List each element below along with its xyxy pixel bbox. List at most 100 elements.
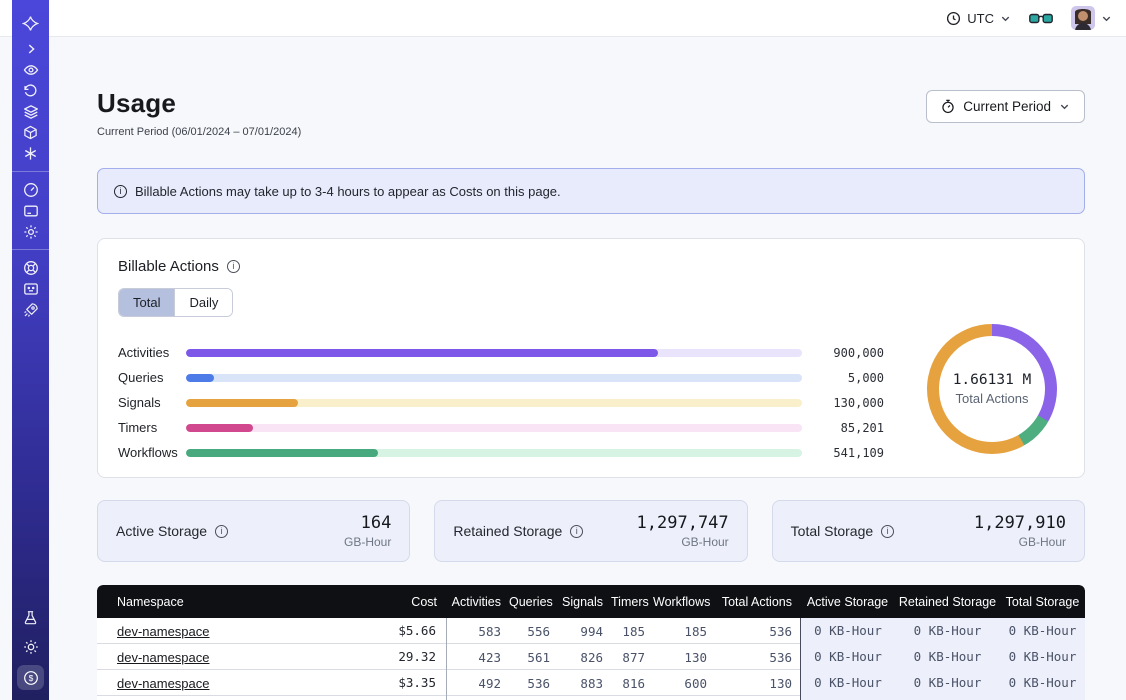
namespace-link[interactable]: dev-namespace xyxy=(117,650,210,665)
temporal-logo-icon[interactable] xyxy=(12,8,49,38)
retained-storage-unit: GB-Hour xyxy=(637,535,729,549)
history-icon[interactable] xyxy=(12,80,49,101)
tab-total[interactable]: Total xyxy=(119,289,174,316)
rocket-icon[interactable] xyxy=(12,299,49,320)
bar-track xyxy=(186,424,802,432)
column-header: Workflows xyxy=(653,595,715,609)
column-header: Activities xyxy=(447,595,509,609)
column-header: Timers xyxy=(611,595,653,609)
main-content: Usage Current Period (06/01/2024 – 07/01… xyxy=(49,37,1126,700)
bar-value: 900,000 xyxy=(814,346,884,360)
active-storage-unit: GB-Hour xyxy=(344,535,391,549)
cell-workflows: 185 xyxy=(653,624,715,639)
bar-track xyxy=(186,349,802,357)
cell-signals: 994 xyxy=(558,624,611,639)
cell-retained-storage: 0 KB-Hour xyxy=(895,618,1000,644)
dollar-circle-icon[interactable]: $ xyxy=(17,665,44,690)
info-icon xyxy=(114,185,127,198)
total-daily-tabs: Total Daily xyxy=(118,288,233,317)
cell-namespace: dev-namespace xyxy=(97,676,327,691)
cell-activities: 423 xyxy=(447,650,509,665)
account-menu[interactable] xyxy=(1071,6,1112,30)
cell-active-storage: 0 KB-Hour xyxy=(800,670,895,696)
flask-icon[interactable] xyxy=(12,607,49,628)
donut-total-label: Total Actions xyxy=(956,391,1029,406)
info-banner-text: Billable Actions may take up to 3-4 hour… xyxy=(135,184,561,199)
bar-label: Timers xyxy=(118,420,186,435)
gauge-icon[interactable] xyxy=(12,179,49,200)
cell-activities: 583 xyxy=(447,624,509,639)
info-icon[interactable] xyxy=(570,525,583,538)
cell-retained-storage: 0 KB-Hour xyxy=(895,644,1000,670)
bar-label: Activities xyxy=(118,345,186,360)
bar-row-activities: Activities 900,000 xyxy=(118,340,884,365)
bar-fill xyxy=(186,424,253,432)
cell-total-actions: 536 xyxy=(715,624,800,639)
bar-label: Workflows xyxy=(118,445,186,460)
active-storage-card: Active Storage 164 GB-Hour xyxy=(97,500,410,562)
svg-text:$: $ xyxy=(28,673,33,683)
total-storage-value: 1,297,910 xyxy=(974,513,1066,533)
eye-icon[interactable] xyxy=(12,59,49,80)
avatar xyxy=(1071,6,1095,30)
bar-value: 5,000 xyxy=(814,371,884,385)
bar-label: Signals xyxy=(118,395,186,410)
chevron-right-icon[interactable] xyxy=(12,38,49,59)
timezone-selector[interactable]: UTC xyxy=(946,11,1011,26)
lifebuoy-icon[interactable] xyxy=(12,257,49,278)
chevron-down-icon xyxy=(1000,13,1011,24)
cell-cost: $3.35 xyxy=(327,670,447,696)
info-icon[interactable] xyxy=(215,525,228,538)
billable-actions-title: Billable Actions xyxy=(118,258,219,275)
retained-storage-value: 1,297,747 xyxy=(637,513,729,533)
column-header: Cost xyxy=(327,595,447,609)
cell-timers: 877 xyxy=(611,650,653,665)
cell-namespace: dev-namespace xyxy=(97,624,327,639)
bar-row-workflows: Workflows541,109 xyxy=(118,440,884,465)
namespace-usage-table: NamespaceCostActivitiesQueriesSignalsTim… xyxy=(97,585,1085,700)
layers-icon[interactable] xyxy=(12,101,49,122)
namespace-link[interactable]: dev-namespace xyxy=(117,676,210,691)
tab-daily[interactable]: Daily xyxy=(174,289,232,316)
cell-timers: 816 xyxy=(611,676,653,691)
gear-icon[interactable] xyxy=(12,221,49,242)
table-row: dev-namespace$5.665835569941851855360 KB… xyxy=(97,618,1085,644)
column-header: Retained Storage xyxy=(895,595,1000,609)
current-period-dropdown[interactable]: Current Period xyxy=(926,90,1085,123)
bar-fill xyxy=(186,349,658,357)
namespace-link[interactable]: dev-namespace xyxy=(117,624,210,639)
cell-workflows: 130 xyxy=(653,650,715,665)
asterisk-icon[interactable] xyxy=(12,143,49,164)
cell-queries: 561 xyxy=(509,650,558,665)
box-icon[interactable] xyxy=(12,122,49,143)
monitor-icon[interactable] xyxy=(12,278,49,299)
table-row: dev-namespace29.324235618268771305360 KB… xyxy=(97,644,1085,670)
bar-row-timers: Timers85,201 xyxy=(118,415,884,440)
retained-storage-label: Retained Storage xyxy=(453,523,562,539)
bar-row-queries: Queries5,000 xyxy=(118,365,884,390)
cell-active-storage: 0 KB-Hour xyxy=(800,644,895,670)
table-header-row: NamespaceCostActivitiesQueriesSignalsTim… xyxy=(97,585,1085,618)
column-header: Total Storage xyxy=(1000,595,1085,609)
info-icon[interactable] xyxy=(881,525,894,538)
cell-queries: 536 xyxy=(509,676,558,691)
column-header: Queries xyxy=(509,595,558,609)
cell-timers: 185 xyxy=(611,624,653,639)
cell-workflows: 600 xyxy=(653,676,715,691)
chevron-down-icon xyxy=(1059,101,1070,112)
billing-card-icon[interactable] xyxy=(12,200,49,221)
storage-cards-row: Active Storage 164 GB-Hour Retained Stor… xyxy=(97,500,1085,562)
cell-retained-storage xyxy=(895,696,1000,700)
bar-track xyxy=(186,399,802,407)
cell-total-actions: 536 xyxy=(715,650,800,665)
sun-icon[interactable] xyxy=(12,636,49,657)
column-header: Active Storage xyxy=(800,595,895,609)
glasses-icon[interactable] xyxy=(1029,11,1053,26)
info-icon[interactable] xyxy=(227,260,240,273)
total-storage-card: Total Storage 1,297,910 GB-Hour xyxy=(772,500,1085,562)
cell-total-storage xyxy=(1000,696,1085,700)
column-header: Namespace xyxy=(97,595,327,609)
sidebar: $ xyxy=(12,0,49,700)
total-storage-unit: GB-Hour xyxy=(974,535,1066,549)
cell-retained-storage: 0 KB-Hour xyxy=(895,670,1000,696)
